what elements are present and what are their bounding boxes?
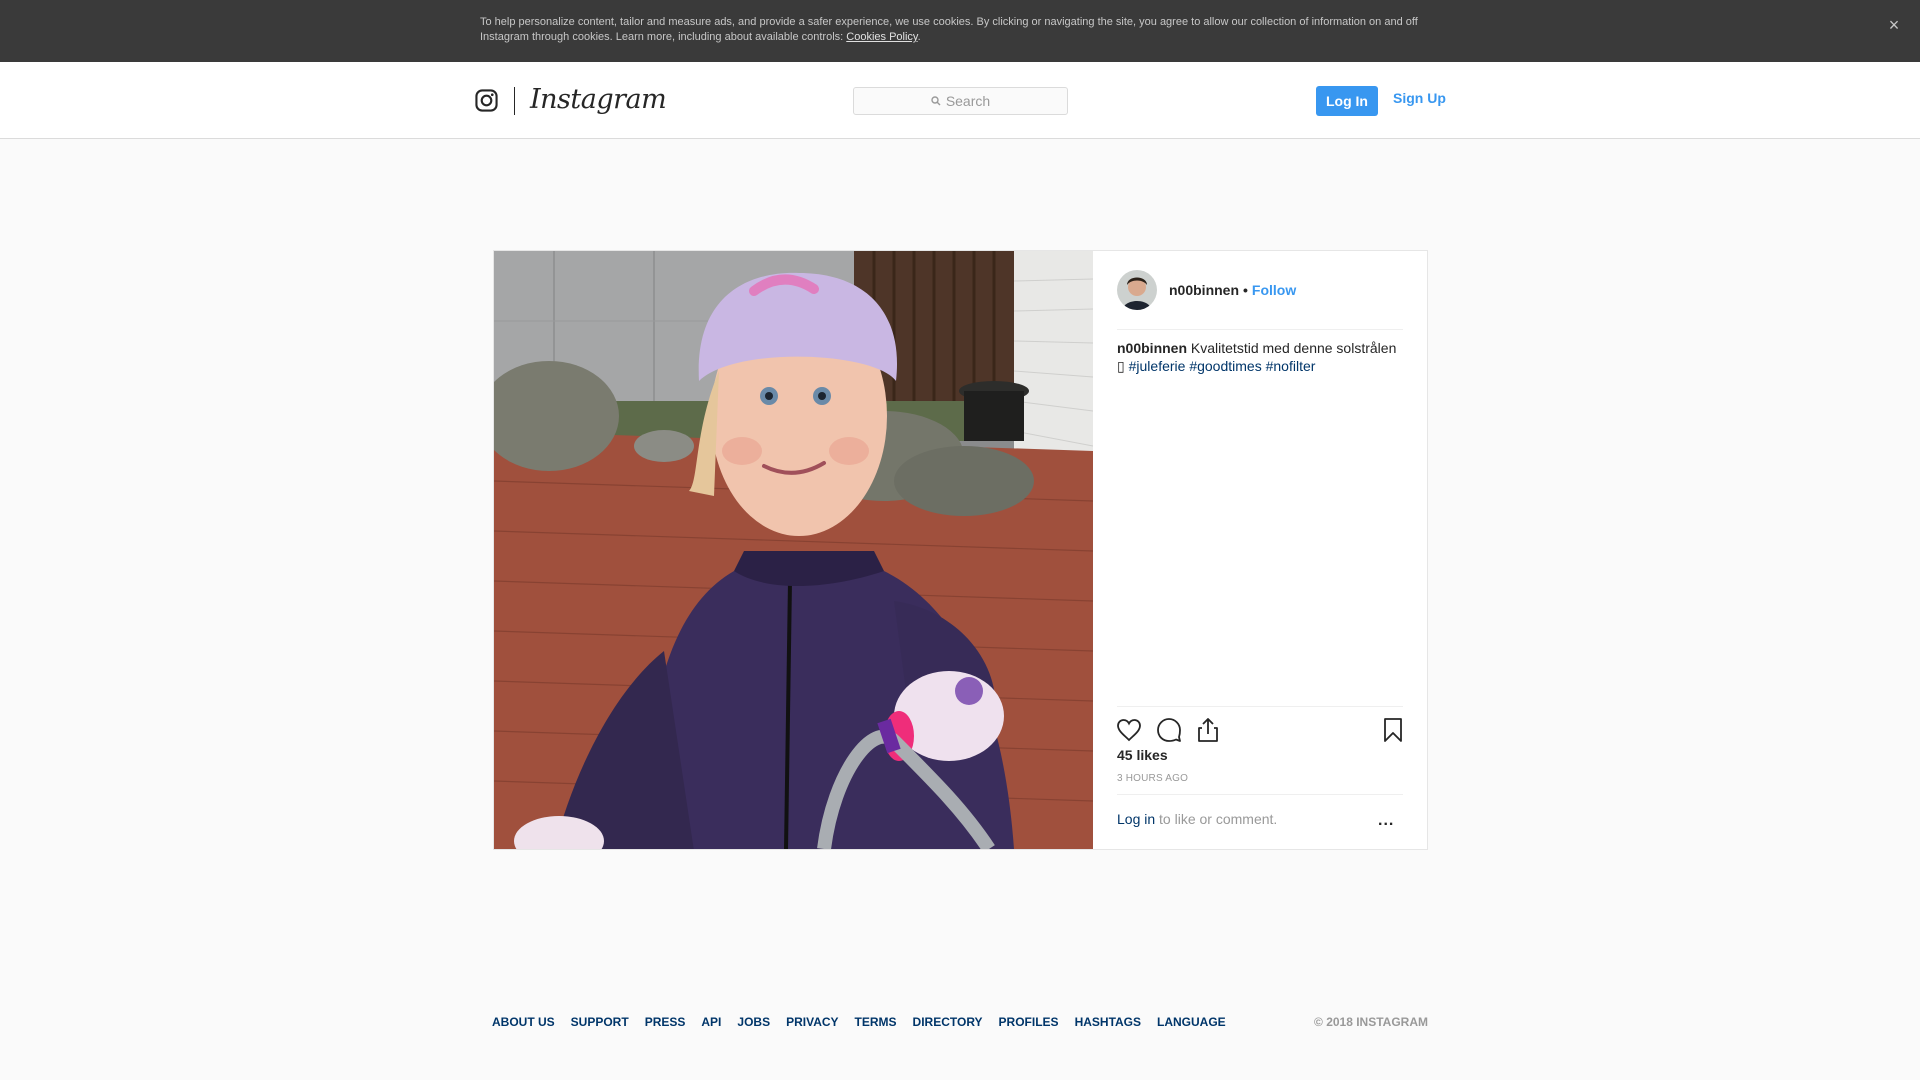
comment-prompt: Log in to like or comment. <box>1117 811 1277 827</box>
footer-link-hashtags[interactable]: HASHTAGS <box>1075 1015 1141 1029</box>
post-timestamp[interactable]: 3 HOURS AGO <box>1117 773 1188 784</box>
footer-link-privacy[interactable]: PRIVACY <box>786 1015 838 1029</box>
caption-glyph: ▯ <box>1117 358 1125 374</box>
comment-prompt-text: to like or comment. <box>1155 811 1278 827</box>
share-icon[interactable] <box>1194 716 1222 744</box>
footer-link-terms[interactable]: TERMS <box>855 1015 897 1029</box>
divider <box>1117 794 1403 795</box>
search-icon <box>931 96 941 106</box>
post-sidebar: n00binnen • Follow n00binnen Kvalitetsti… <box>1093 251 1427 849</box>
search-input[interactable]: Search <box>853 87 1068 115</box>
login-button[interactable]: Log In <box>1316 86 1378 116</box>
heart-icon[interactable] <box>1115 716 1143 744</box>
top-navbar: Instagram Search Log In Sign Up <box>0 62 1920 139</box>
hashtag-juleferie[interactable]: #juleferie <box>1129 358 1186 374</box>
divider <box>1117 706 1403 707</box>
footer-link-language[interactable]: LANGUAGE <box>1157 1015 1226 1029</box>
post-actions <box>1117 714 1407 746</box>
follow-button[interactable]: Follow <box>1252 282 1296 298</box>
close-icon[interactable]: × <box>1884 15 1904 35</box>
post-photo[interactable] <box>494 251 1093 849</box>
post-author: n00binnen • Follow <box>1117 270 1296 310</box>
instagram-wordmark[interactable]: Instagram <box>530 84 667 115</box>
footer-link-directory[interactable]: DIRECTORY <box>913 1015 983 1029</box>
cookie-banner: To help personalize content, tailor and … <box>0 0 1920 62</box>
logo-divider <box>514 87 515 115</box>
separator-dot: • <box>1243 282 1248 298</box>
instagram-camera-icon[interactable] <box>475 89 498 112</box>
search-placeholder: Search <box>945 93 991 109</box>
more-options-button[interactable]: ... <box>1378 812 1394 830</box>
footer-link-support[interactable]: SUPPORT <box>571 1015 629 1029</box>
caption-text: Kvalitetstid med denne solstrålen <box>1190 340 1397 356</box>
avatar[interactable] <box>1117 270 1157 310</box>
cookie-message: To help personalize content, tailor and … <box>480 16 1418 43</box>
footer-link-api[interactable]: API <box>701 1015 721 1029</box>
footer-link-profiles[interactable]: PROFILES <box>999 1015 1059 1029</box>
divider <box>1117 329 1403 330</box>
post-card: n00binnen • Follow n00binnen Kvalitetsti… <box>493 250 1428 850</box>
child-photo-illustration <box>494 251 1093 849</box>
cookie-text: To help personalize content, tailor and … <box>480 15 1440 45</box>
login-link[interactable]: Log in <box>1117 811 1155 827</box>
footer-link-press[interactable]: PRESS <box>645 1015 686 1029</box>
footer-nav: ABOUT US SUPPORT PRESS API JOBS PRIVACY … <box>492 1014 1428 1030</box>
bookmark-icon[interactable] <box>1379 716 1407 744</box>
cookies-policy-link[interactable]: Cookies Policy <box>846 31 917 43</box>
post-caption: n00binnen Kvalitetstid med denne solstrå… <box>1117 339 1407 375</box>
copyright: © 2018 INSTAGRAM <box>1314 1015 1428 1029</box>
footer-link-about-us[interactable]: ABOUT US <box>492 1015 555 1029</box>
cookie-period: . <box>917 31 921 43</box>
caption-username[interactable]: n00binnen <box>1117 340 1187 356</box>
signup-link[interactable]: Sign Up <box>1393 90 1446 106</box>
hashtag-nofilter[interactable]: #nofilter <box>1266 358 1316 374</box>
author-username[interactable]: n00binnen <box>1169 282 1239 298</box>
comment-icon[interactable] <box>1155 716 1183 744</box>
footer-link-jobs[interactable]: JOBS <box>737 1015 770 1029</box>
hashtag-goodtimes[interactable]: #goodtimes <box>1189 358 1261 374</box>
like-count[interactable]: 45 likes <box>1117 747 1168 763</box>
